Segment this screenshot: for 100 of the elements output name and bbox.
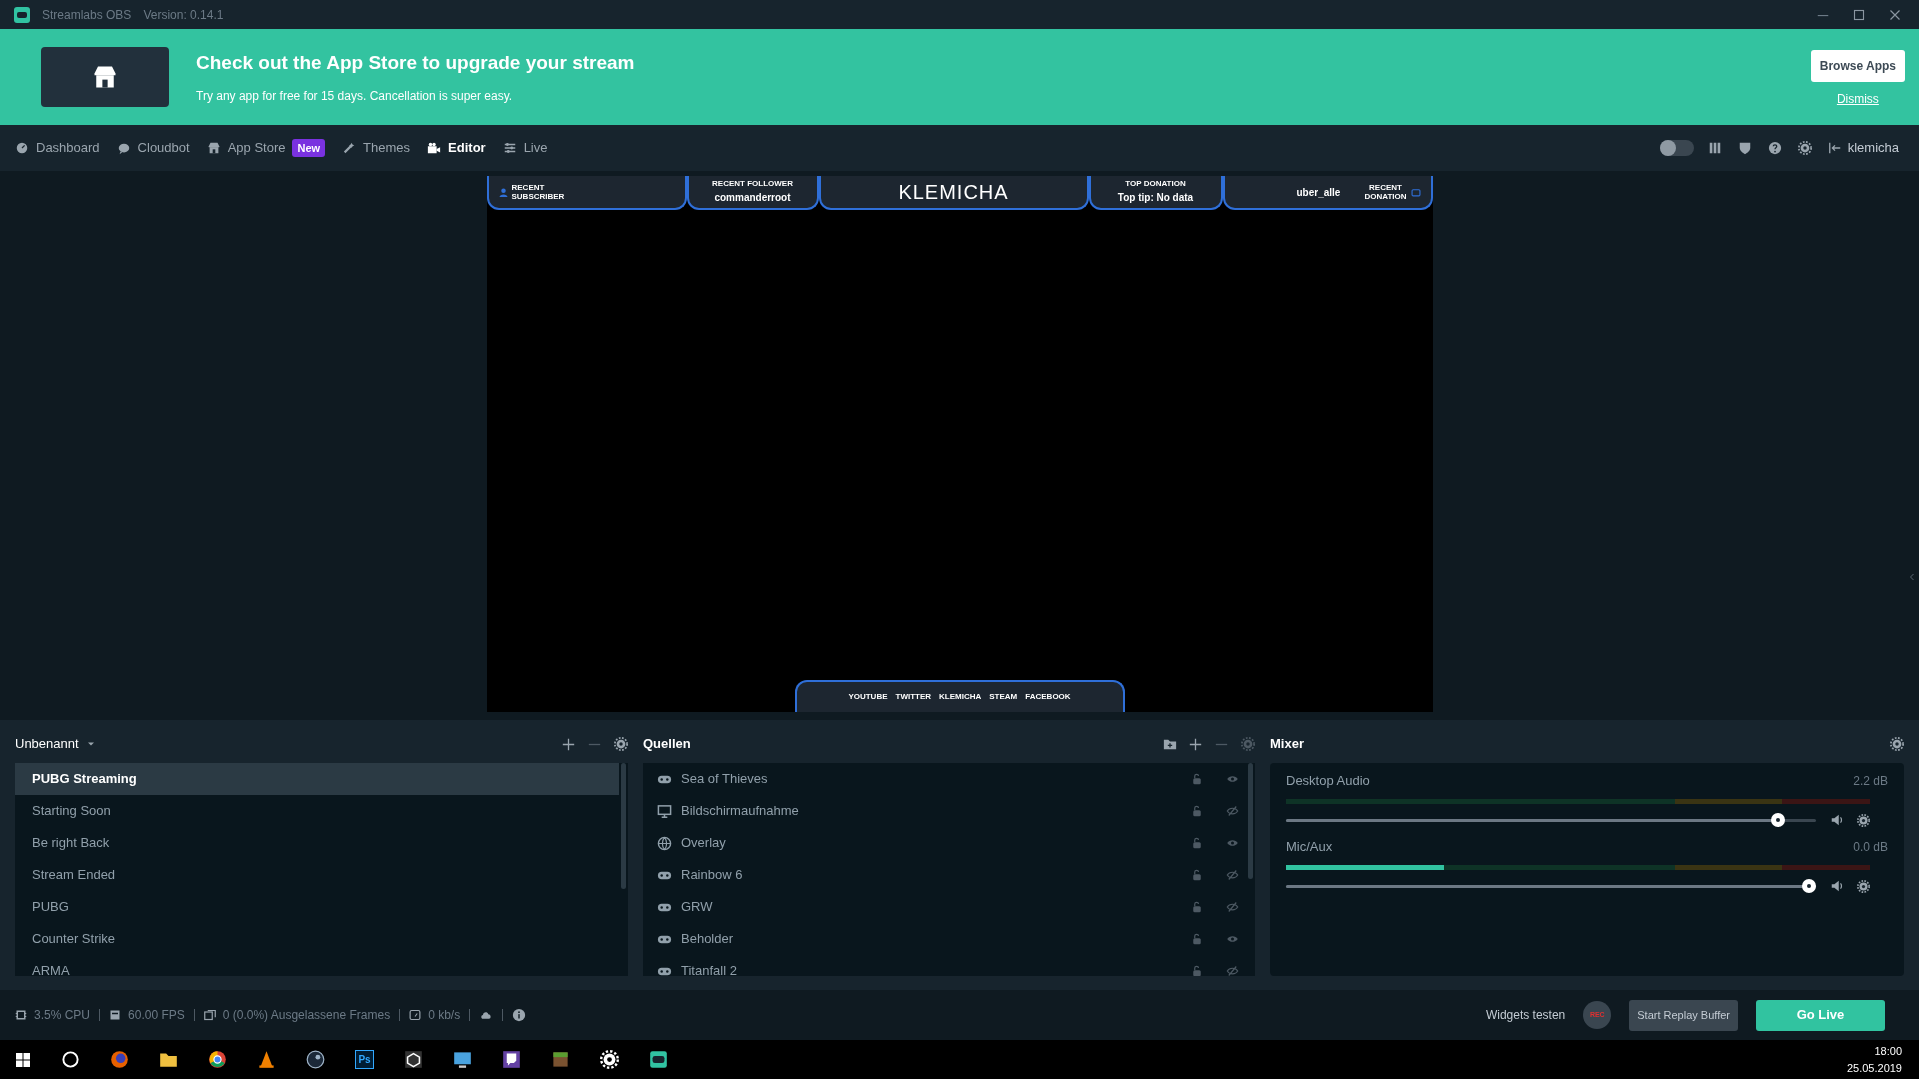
social-label: KLEMICHA xyxy=(939,691,982,703)
unlocked-icon[interactable] xyxy=(1191,965,1203,976)
traffic-cone-icon[interactable] xyxy=(257,1050,276,1069)
shield-icon[interactable] xyxy=(1737,141,1752,155)
nav-tab[interactable]: Themes xyxy=(363,138,411,158)
columns-icon[interactable] xyxy=(1707,141,1722,155)
scene-item[interactable]: Starting Soon xyxy=(15,795,619,827)
chat-bubble-icon[interactable] xyxy=(502,1050,521,1069)
overlay-caption: RECENT FOLLOWER xyxy=(712,179,793,188)
source-item[interactable]: GRW xyxy=(681,897,713,917)
settings-icon[interactable] xyxy=(1890,737,1904,751)
scene-item[interactable]: Counter Strike xyxy=(15,923,619,955)
circle-logo-icon[interactable] xyxy=(306,1050,325,1069)
social-label: YOUTUBE xyxy=(848,691,888,703)
nav-tab[interactable]: Dashboard xyxy=(36,138,100,158)
eye-slash-icon[interactable] xyxy=(1226,869,1239,881)
eye-slash-icon[interactable] xyxy=(1226,965,1239,976)
logout-icon[interactable] xyxy=(1827,141,1842,155)
status-stat: 60.00 FPS xyxy=(128,1007,185,1024)
status-stat: 0 (0.0%) Ausgelassene Frames xyxy=(222,1007,391,1024)
channel-reading: 2.2 dB xyxy=(1853,773,1888,790)
help-icon[interactable] xyxy=(1767,141,1782,155)
add-icon[interactable] xyxy=(562,737,575,751)
monitor-icon xyxy=(657,803,672,819)
panel-title: Mixer xyxy=(1270,735,1304,754)
grass-block-icon[interactable] xyxy=(551,1050,570,1069)
monitor-icon[interactable] xyxy=(453,1050,472,1069)
person-icon xyxy=(498,187,508,197)
chip-icon xyxy=(15,1009,27,1021)
scrollbar-thumb[interactable] xyxy=(1248,763,1253,879)
social-label: STEAM xyxy=(989,691,1018,703)
eye-slash-icon[interactable] xyxy=(1226,901,1239,913)
close-icon[interactable] xyxy=(1889,8,1901,21)
scene-item[interactable]: Stream Ended xyxy=(15,859,619,891)
window-title: Streamlabs OBS xyxy=(42,6,132,24)
volume-slider[interactable] xyxy=(1286,879,1816,893)
info-icon[interactable] xyxy=(512,1008,527,1022)
scene-item[interactable]: Be right Back xyxy=(15,827,619,859)
add-icon[interactable] xyxy=(1189,737,1202,751)
eye-slash-icon[interactable] xyxy=(1226,805,1239,817)
eye-icon[interactable] xyxy=(1226,933,1239,945)
volume-slider[interactable] xyxy=(1286,813,1816,827)
colored-circle-icon[interactable] xyxy=(208,1050,227,1069)
status-stat: 3.5% CPU xyxy=(34,1007,91,1024)
search-circle-icon[interactable] xyxy=(61,1050,80,1069)
overlay-caption: SUBSCRIBER xyxy=(511,192,565,201)
taskbar-app-icon[interactable]: Ps xyxy=(355,1050,374,1069)
overlay-caption: RECENT xyxy=(1369,183,1402,192)
windows-icon[interactable] xyxy=(15,1051,31,1068)
cloud-icon[interactable] xyxy=(479,1009,494,1021)
nav-tab[interactable]: Live xyxy=(523,138,548,158)
start-replay-buffer-button[interactable]: Start Replay Buffer xyxy=(1629,999,1738,1031)
settings-icon[interactable] xyxy=(1857,813,1870,827)
unlocked-icon[interactable] xyxy=(1191,837,1203,849)
status-stat: 0 kb/s xyxy=(428,1007,461,1024)
source-item[interactable]: Rainbow 6 xyxy=(681,865,743,885)
speaker-icon[interactable] xyxy=(1830,813,1844,827)
browse-apps-button[interactable]: Browse Apps xyxy=(1810,50,1905,82)
magic-wand-icon xyxy=(342,141,357,155)
social-label: FACEBOOK xyxy=(1025,691,1071,703)
eye-icon[interactable] xyxy=(1226,837,1239,849)
scene-item[interactable]: ARMA xyxy=(15,955,619,976)
overlay-caption: DONATION xyxy=(1364,192,1407,201)
unlocked-icon[interactable] xyxy=(1191,773,1203,785)
unlocked-icon[interactable] xyxy=(1191,869,1203,881)
username: klemicha xyxy=(1847,139,1899,158)
unlocked-icon[interactable] xyxy=(1191,805,1203,817)
unlocked-icon[interactable] xyxy=(1191,901,1203,913)
overlay-value: Top tip: No data xyxy=(1117,191,1194,205)
settings-icon[interactable] xyxy=(1797,141,1812,155)
chat-bubble-icon xyxy=(116,141,131,155)
source-item[interactable]: Bildschirmaufnahme xyxy=(681,801,799,821)
nav-tab[interactable]: Cloudbot xyxy=(137,138,190,158)
scene-collection-dropdown[interactable]: Unbenannt xyxy=(15,734,95,754)
source-item[interactable]: Beholder xyxy=(681,929,734,949)
overlay-caption: TOP DONATION xyxy=(1125,179,1186,188)
app-logo-icon xyxy=(14,6,30,23)
source-item[interactable]: Sea of Thieves xyxy=(681,769,768,789)
scrollbar-thumb[interactable] xyxy=(621,763,626,889)
panel-title: Quellen xyxy=(643,735,691,754)
channel-name: Mic/Aux xyxy=(1286,838,1333,857)
speaker-icon[interactable] xyxy=(1830,879,1844,893)
unlocked-icon[interactable] xyxy=(1191,933,1203,945)
scene-item[interactable]: PUBG xyxy=(15,891,619,923)
settings-icon[interactable] xyxy=(614,737,628,751)
nav-tab[interactable]: App Store xyxy=(227,138,286,158)
eye-icon[interactable] xyxy=(1226,773,1239,785)
widgets-test-link[interactable]: Widgets testen xyxy=(1485,1006,1566,1024)
maximize-icon[interactable] xyxy=(1853,8,1865,21)
nav-tab[interactable]: Editor xyxy=(448,138,486,158)
source-item[interactable]: Overlay xyxy=(681,833,726,853)
settings-icon[interactable] xyxy=(1857,879,1870,893)
source-item[interactable]: Titanfall 2 xyxy=(681,961,737,976)
social-label: TWITTER xyxy=(895,691,932,703)
sliders-icon xyxy=(502,141,517,155)
night-mode-toggle[interactable] xyxy=(1659,140,1694,156)
folder-add-icon[interactable] xyxy=(1163,737,1177,751)
caret-down-icon xyxy=(86,740,95,748)
clock-date: 25.05.2019 xyxy=(1846,1060,1902,1076)
scene-item[interactable]: PUBG Streaming xyxy=(15,763,619,795)
